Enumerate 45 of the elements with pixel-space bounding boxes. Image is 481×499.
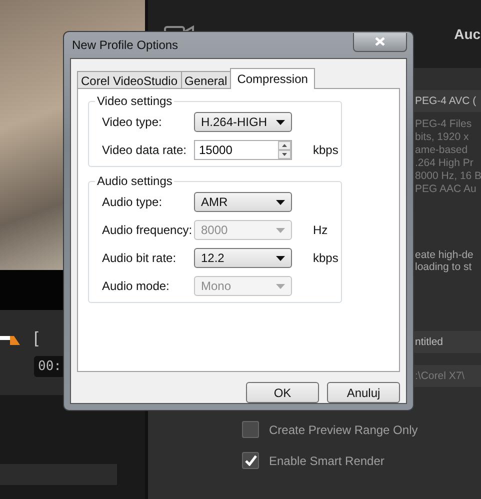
tab[interactable]: Compression: [230, 68, 315, 89]
checkbox[interactable]: [242, 421, 259, 438]
unit-label: Hz: [313, 223, 328, 237]
field-label: Audio frequency:: [102, 223, 194, 237]
caret-icon: [276, 228, 285, 232]
field-label: Audio mode:: [102, 279, 170, 293]
panel-heading: Auc: [454, 26, 481, 42]
description-text: loading to st: [415, 261, 473, 273]
caret-icon: [276, 120, 285, 124]
property-text: PEG-4 Files: [415, 118, 473, 130]
close-button[interactable]: [353, 32, 407, 52]
checkbox-label: Enable Smart Render: [269, 454, 384, 468]
caret-icon: [276, 256, 285, 260]
tab[interactable]: Corel VideoStudio: [77, 71, 182, 89]
window-title: New Profile Options: [71, 38, 178, 52]
dropdown[interactable]: AMR: [194, 192, 292, 212]
unit-label: kbps: [313, 143, 338, 157]
group-title: Audio settings: [95, 174, 174, 188]
checkbox[interactable]: [242, 452, 259, 469]
caret-icon: [276, 200, 285, 204]
checkbox-label: Create Preview Range Only: [269, 422, 418, 436]
dialog-button[interactable]: Anuluj: [327, 382, 400, 403]
close-icon: [375, 37, 385, 46]
dropdown[interactable]: H.264-HIGH: [194, 112, 292, 132]
property-text: 8000 Hz, 16 B: [415, 170, 481, 182]
field-label: Video data rate:: [102, 143, 188, 157]
unit-label: kbps: [313, 251, 338, 265]
field-label: Audio bit rate:: [102, 251, 178, 265]
caret-icon: [276, 284, 285, 288]
property-text: PEG AAC Au: [415, 183, 478, 195]
mark-in-bracket[interactable]: [: [34, 330, 38, 348]
spin-arrows-icon[interactable]: [278, 141, 291, 159]
field-label: Video type:: [102, 115, 163, 129]
description-text: eate high-de: [415, 249, 474, 261]
file-name-field[interactable]: ntitled: [413, 331, 481, 353]
field-label: Audio type:: [102, 195, 164, 209]
format-field[interactable]: PEG-4 AVC (: [413, 90, 481, 112]
property-text: ame-based: [415, 144, 469, 156]
property-text: bits, 1920 x: [415, 131, 470, 143]
dropdown[interactable]: 12.2: [194, 248, 292, 268]
scrub-handle-icon[interactable]: [0, 333, 20, 345]
property-text: .264 High Pr: [415, 157, 474, 169]
dialog-button[interactable]: OK: [246, 382, 319, 403]
tab[interactable]: General: [180, 71, 232, 89]
group-title: Video settings: [95, 94, 174, 108]
